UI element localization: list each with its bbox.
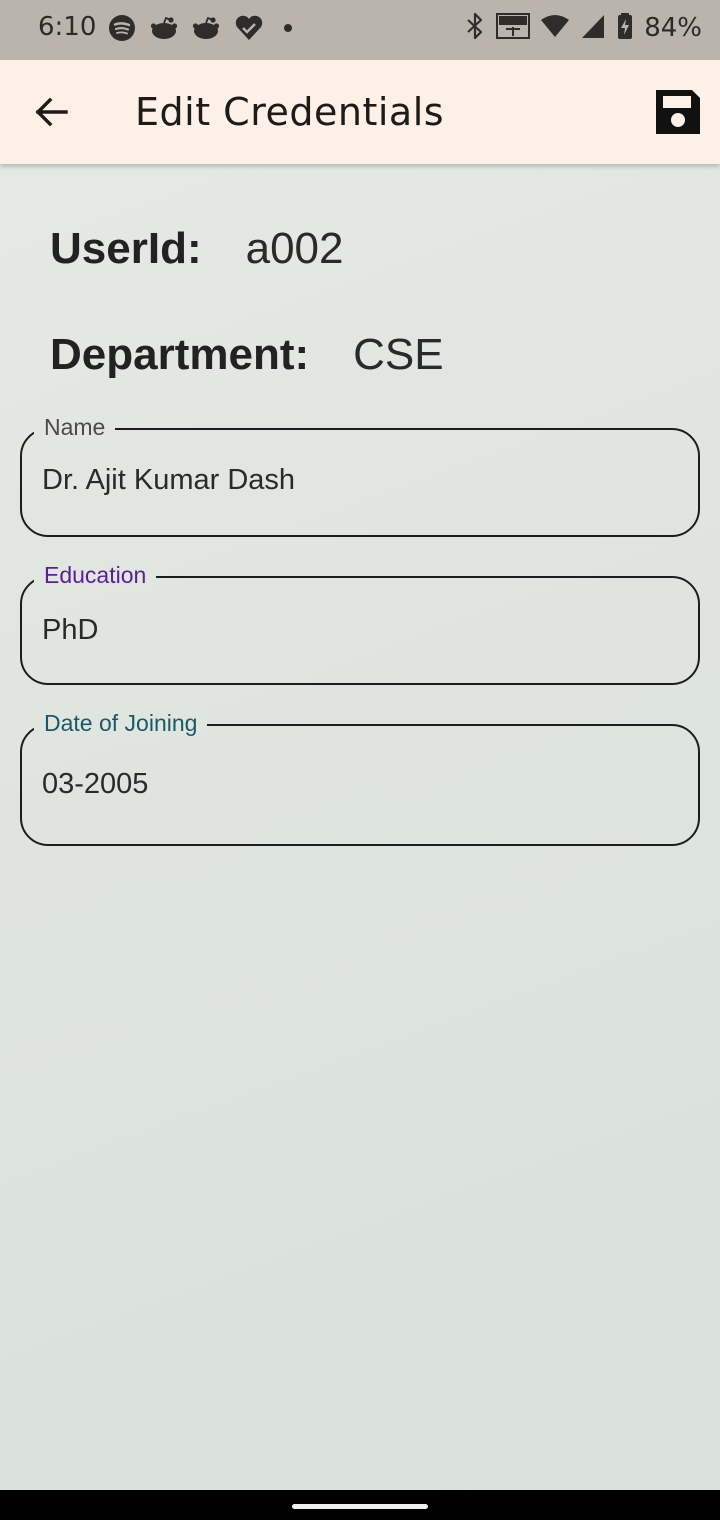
- date-of-joining-field[interactable]: Date of Joining: [20, 708, 700, 846]
- name-field-label: Name: [34, 412, 116, 442]
- spotify-icon: [108, 14, 136, 42]
- save-button[interactable]: [652, 86, 704, 138]
- education-field-label: Education: [34, 560, 157, 590]
- status-bar: 6:10 84%: [0, 0, 720, 60]
- home-gesture-handle[interactable]: [292, 1504, 428, 1509]
- page-title: Edit Credentials: [135, 90, 445, 134]
- department-value: CSE: [353, 330, 444, 379]
- education-input[interactable]: [42, 614, 672, 647]
- save-icon: [656, 90, 700, 134]
- reddit-icon: [150, 14, 178, 42]
- bluetooth-icon: [464, 12, 486, 45]
- user-id-value: a002: [245, 224, 344, 273]
- app-bar: Edit Credentials: [0, 60, 720, 164]
- name-input[interactable]: [42, 464, 672, 497]
- user-id-label: UserId:: [50, 224, 202, 273]
- wifi-icon: [540, 12, 570, 45]
- screen: 6:10 84% Edit Credentials UserId: a002 D…: [0, 0, 720, 1520]
- battery-charging-icon: [616, 12, 634, 45]
- user-id-row: UserId: a002: [50, 224, 343, 274]
- department-row: Department: CSE: [50, 330, 444, 380]
- reddit-icon: [192, 14, 220, 42]
- back-button[interactable]: [26, 90, 76, 134]
- name-field[interactable]: Name: [20, 412, 700, 537]
- education-field[interactable]: Education: [20, 560, 700, 685]
- arrow-back-icon: [35, 97, 68, 127]
- notification-icons: [108, 12, 298, 44]
- department-label: Department:: [50, 330, 310, 379]
- dot-icon: [278, 14, 298, 42]
- battery-percent: 84%: [644, 13, 702, 43]
- signal-icon: [580, 12, 606, 45]
- volte-icon: [496, 12, 531, 45]
- date-of-joining-input[interactable]: [42, 768, 672, 801]
- system-icons: 84%: [464, 12, 702, 44]
- date-of-joining-field-label: Date of Joining: [34, 708, 208, 738]
- status-time: 6:10: [38, 12, 97, 42]
- heart-icon: [234, 14, 264, 42]
- navigation-bar: [0, 1490, 720, 1520]
